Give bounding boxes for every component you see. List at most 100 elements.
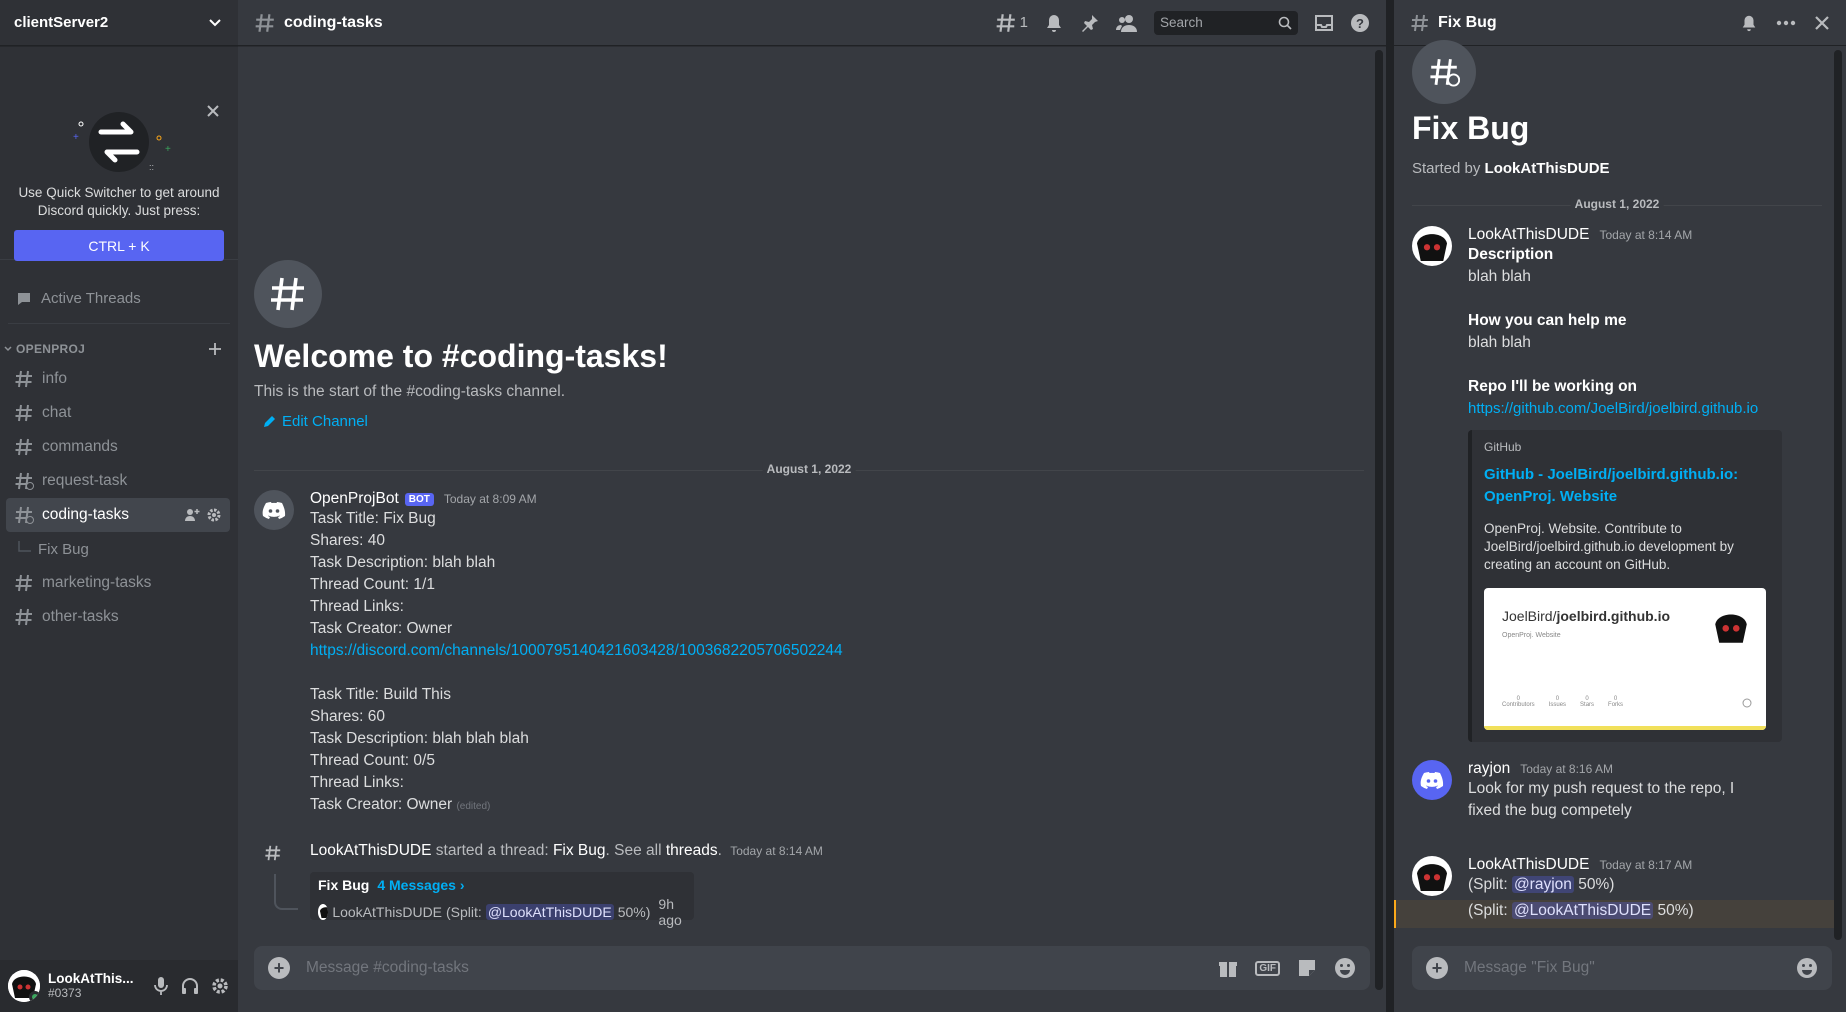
thread-label: Fix Bug [38,540,89,558]
started-by-label: Started by [1412,160,1481,177]
emoji-icon[interactable] [1796,957,1818,979]
channel-item-request-task[interactable]: request-task [6,464,230,498]
add-channel-icon[interactable] [208,342,222,356]
panel-resize-handle[interactable] [1386,0,1394,1012]
user-mention[interactable]: @LookAtThisDUDE [1511,902,1654,919]
svg-text:?: ? [1356,16,1364,31]
channel-item-coding-tasks[interactable]: coding-tasks [6,498,230,532]
inbox-icon[interactable] [1314,13,1334,33]
thread-message: LookAtThisDUDE Today at 8:17 AM (Split: … [1412,856,1694,919]
bell-icon[interactable] [1044,13,1064,33]
channel-item-info[interactable]: info [6,362,230,396]
category-header[interactable]: OPENPROJ [0,342,238,356]
message-input[interactable]: Message #coding-tasks [306,959,469,977]
invite-icon[interactable] [184,507,200,523]
username: LookAtThis... [48,971,134,986]
threads-icon [995,12,1017,34]
members-icon[interactable] [1116,13,1138,33]
preview-suffix: 50%) [617,904,651,920]
close-icon[interactable] [1814,15,1830,31]
more-options-icon[interactable] [1776,20,1796,26]
channel-label: other-tasks [42,608,119,625]
user-mention[interactable]: @rayjon [1511,876,1574,893]
sticker-icon[interactable] [1296,957,1318,979]
scrollbar-thumb[interactable] [1375,50,1383,990]
bell-icon[interactable] [1740,14,1758,32]
channel-item-commands[interactable]: commands [6,430,230,464]
hash-icon [14,573,34,593]
welcome-title: Welcome to #coding-tasks! [254,338,668,374]
thread-starter[interactable]: LookAtThisDUDE [1485,160,1610,177]
gif-icon[interactable]: GIF [1255,960,1280,976]
thread-item-fix-bug[interactable]: Fix Bug [6,532,230,566]
avatar[interactable] [1412,760,1452,800]
split-suffix: 50%) [1657,902,1694,919]
emoji-icon[interactable] [1334,957,1356,979]
preview-time: 9h ago [658,896,682,928]
server-name: clientServer2 [14,14,109,31]
message-timestamp: Today at 8:14 AM [1599,228,1693,242]
server-header[interactable]: clientServer2 [0,0,238,46]
threads-button[interactable]: 1 [995,12,1028,34]
channel-sidebar: clientServer2 + + :: Use Quick Switcher … [0,0,238,1012]
thread-name-link[interactable]: Fix Bug [553,842,606,859]
edited-marker: (edited) [456,801,491,812]
add-attachment-icon[interactable]: + [1426,957,1448,979]
date-divider: August 1, 2022 [1412,197,1822,211]
message-author[interactable]: LookAtThisDUDE [1468,856,1589,874]
search-input[interactable]: Search [1154,10,1298,35]
quick-switcher-button[interactable]: CTRL + K [14,230,224,261]
thread-link[interactable]: https://discord.com/channels/10007951404… [310,640,1310,662]
thread-message-composer[interactable]: + Message "Fix Bug" [1412,946,1832,990]
repo-link[interactable]: https://github.com/JoelBird/joelbird.git… [1468,398,1798,420]
embed-description: OpenProj. Website. Contribute to JoelBir… [1484,521,1734,572]
message-line: blah blah [1468,268,1531,285]
avatar[interactable] [1412,856,1452,896]
close-icon[interactable] [206,104,224,122]
add-attachment-icon[interactable]: + [268,957,290,979]
thread-message-input[interactable]: Message "Fix Bug" [1464,959,1595,977]
split-prefix: (Split: [1468,902,1508,919]
edit-channel-link[interactable]: Edit Channel [262,413,668,430]
avatar[interactable] [1412,226,1452,266]
threads-link[interactable]: threads [666,842,718,859]
avatar[interactable] [8,970,40,1002]
channel-item-chat[interactable]: chat [6,396,230,430]
thread-message-count[interactable]: 4 Messages › [377,877,464,893]
help-icon[interactable]: ? [1350,13,1370,33]
active-threads-link[interactable]: Active Threads [8,274,230,324]
thread-preview-card[interactable]: Fix Bug 4 Messages › LookAtThisDUDE (Spl… [310,872,694,928]
channel-item-other-tasks[interactable]: other-tasks [6,600,230,634]
message-composer[interactable]: + Message #coding-tasks GIF [254,946,1370,990]
gear-icon[interactable] [206,507,222,523]
embed-image[interactable]: JoelBird/joelbird.github.io OpenProj. We… [1484,588,1766,730]
date-divider-label: August 1, 2022 [1570,197,1664,211]
message-author[interactable]: rayjon [1468,760,1510,778]
embed-title-link[interactable]: GitHub - JoelBird/joelbird.github.io: Op… [1484,464,1770,508]
hash-icon [14,607,34,627]
pin-icon[interactable] [1080,13,1100,33]
user-panel: LookAtThis... #0373 [0,960,238,1012]
channel-main: coding-tasks 1 Search ? Welcome to #codi… [238,0,1386,1012]
message-line: Task Title: Build This [310,686,451,703]
thread-spine-icon [16,541,32,557]
user-discriminator: #0373 [48,986,82,1000]
thread-icon [264,844,282,862]
microphone-icon[interactable] [152,976,170,996]
date-divider: August 1, 2022 [254,462,1364,476]
message-line: blah blah [1468,334,1531,351]
message-author[interactable]: LookAtThisDUDE [1468,226,1589,244]
message-timestamp: Today at 8:17 AM [1599,858,1693,872]
settings-gear-icon[interactable] [210,976,230,996]
avatar[interactable] [254,490,294,530]
split-suffix: 50%) [1578,876,1615,893]
quick-switcher-panel: + + :: Use Quick Switcher to get around … [0,46,238,261]
gift-icon[interactable] [1217,957,1239,979]
headphones-icon[interactable] [180,976,200,996]
thread-author[interactable]: LookAtThisDUDE [310,842,431,859]
thread-message: rayjon Today at 8:16 AM Look for my push… [1412,760,1734,819]
channel-item-marketing-tasks[interactable]: marketing-tasks [6,566,230,600]
user-mention[interactable]: @LookAtThisDUDE [485,904,614,920]
message-author[interactable]: OpenProjBot [310,490,399,508]
scrollbar-thumb[interactable] [1834,50,1842,940]
